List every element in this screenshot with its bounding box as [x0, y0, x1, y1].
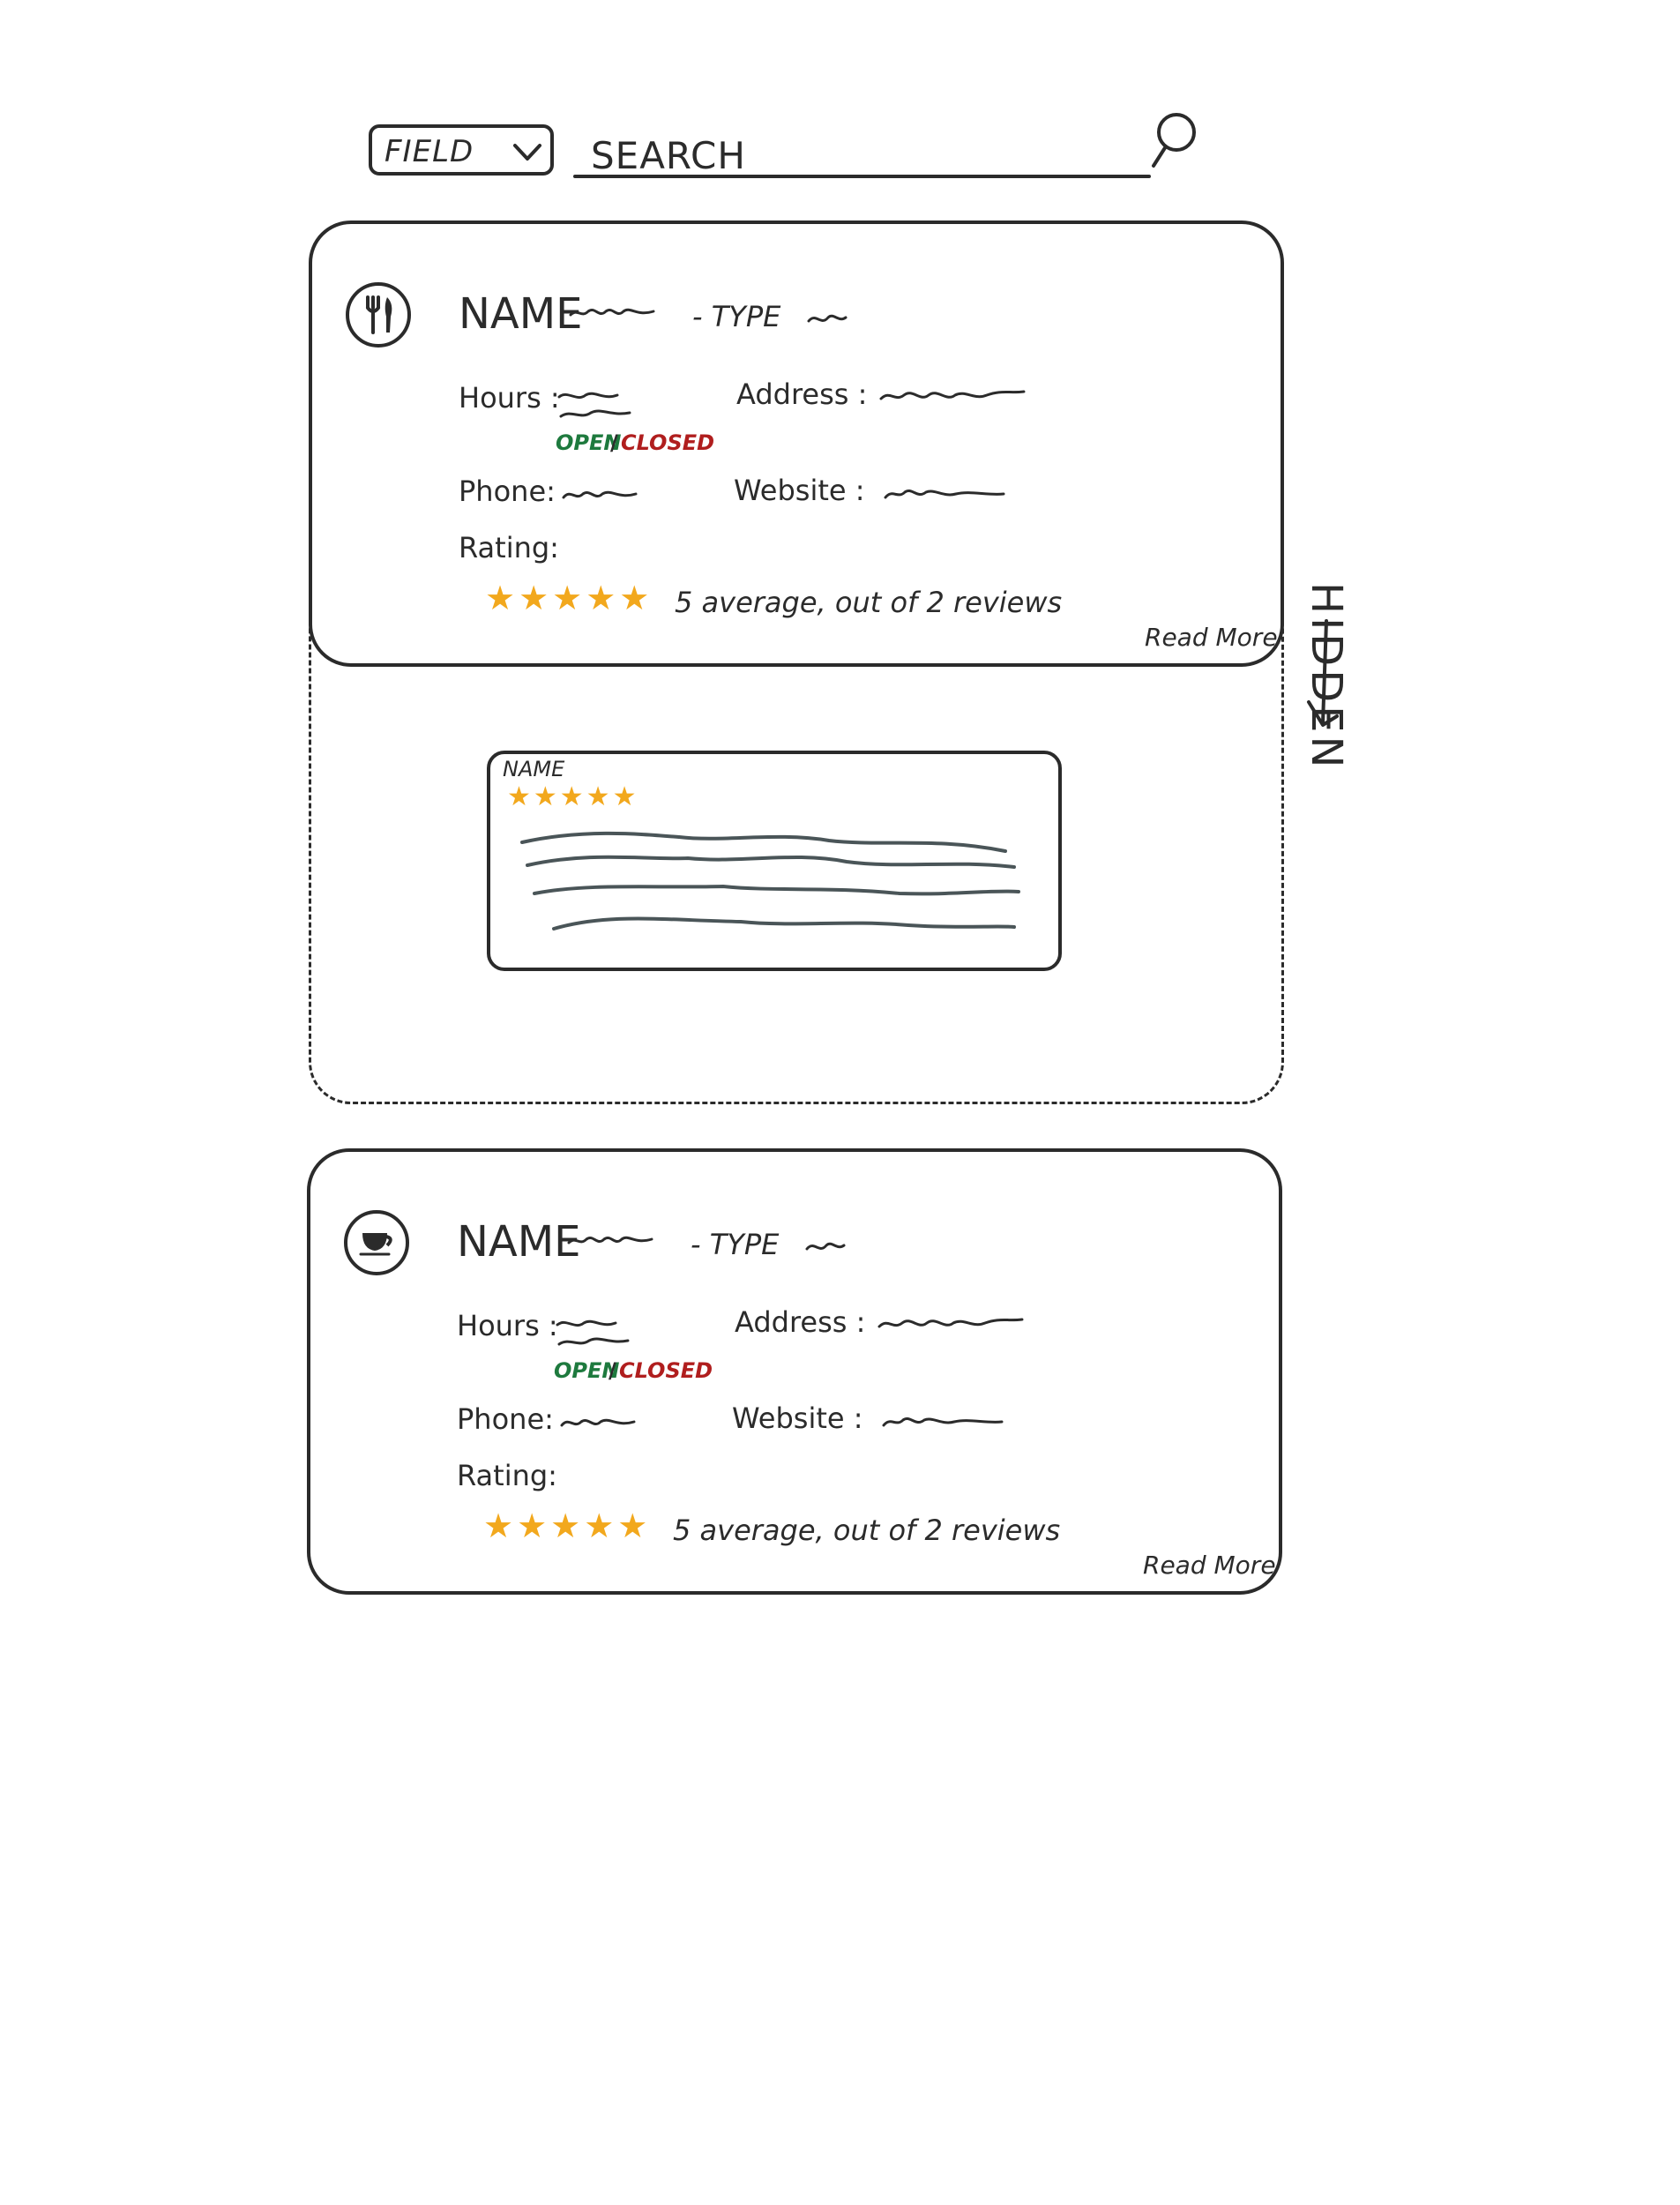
rating-summary: 5 average, out of 2 reviews: [673, 1514, 1061, 1547]
hours-placeholder-squiggle: [557, 392, 631, 418]
address-label: Address :: [735, 1305, 866, 1339]
name-placeholder-squiggle: [567, 1236, 653, 1245]
place-type: - TYPE: [692, 300, 781, 333]
read-more-link[interactable]: Read More: [1145, 623, 1278, 652]
category-icon: [346, 282, 411, 348]
hidden-annotation: HIDDEN: [1302, 582, 1351, 772]
search-input[interactable]: SEARCH: [591, 134, 746, 177]
closed-status: CLOSED: [619, 1358, 713, 1383]
search-input-underline: [573, 175, 1151, 178]
field-dropdown-label: FIELD: [385, 134, 474, 169]
category-icon: [344, 1210, 409, 1275]
phone-label: Phone:: [459, 475, 556, 508]
fork-knife-icon: [366, 295, 392, 334]
website-placeholder-squiggle: [884, 490, 1005, 499]
address-placeholder-squiggle: [879, 390, 1026, 400]
phone-label: Phone:: [457, 1402, 554, 1436]
phone-placeholder-squiggle: [562, 490, 638, 499]
status-separator: /: [610, 430, 618, 455]
website-placeholder-squiggle: [882, 1417, 1004, 1427]
rating-label: Rating:: [457, 1459, 557, 1492]
read-more-link[interactable]: Read More: [1143, 1551, 1276, 1580]
phone-placeholder-squiggle: [560, 1418, 636, 1427]
type-placeholder-squiggle: [807, 314, 847, 323]
rating-stars: ★★★★★: [483, 1506, 652, 1545]
website-label: Website :: [732, 1401, 863, 1435]
rating-summary: 5 average, out of 2 reviews: [675, 586, 1063, 619]
review-stars: ★★★★★: [507, 781, 639, 812]
type-placeholder-squiggle: [805, 1242, 846, 1251]
name-placeholder-squiggle: [569, 308, 655, 317]
rating-label: Rating:: [459, 531, 559, 564]
place-type: - TYPE: [691, 1228, 780, 1261]
rating-stars: ★★★★★: [485, 579, 653, 617]
coffee-cup-icon: [359, 1233, 392, 1256]
place-name: NAME: [457, 1217, 581, 1267]
address-label: Address :: [736, 377, 868, 411]
hours-placeholder-squiggle: [556, 1319, 630, 1346]
address-placeholder-squiggle: [877, 1318, 1024, 1328]
hours-label: Hours :: [457, 1309, 558, 1342]
place-name: NAME: [459, 289, 583, 339]
hours-label: Hours :: [459, 381, 560, 415]
search-icon[interactable]: [1146, 109, 1199, 171]
review-author-name: NAME: [503, 757, 565, 781]
review-text-placeholder: [520, 831, 1020, 931]
status-separator: /: [609, 1358, 616, 1383]
closed-status: CLOSED: [621, 430, 715, 455]
chevron-down-icon[interactable]: [511, 141, 543, 164]
website-label: Website :: [734, 474, 865, 507]
